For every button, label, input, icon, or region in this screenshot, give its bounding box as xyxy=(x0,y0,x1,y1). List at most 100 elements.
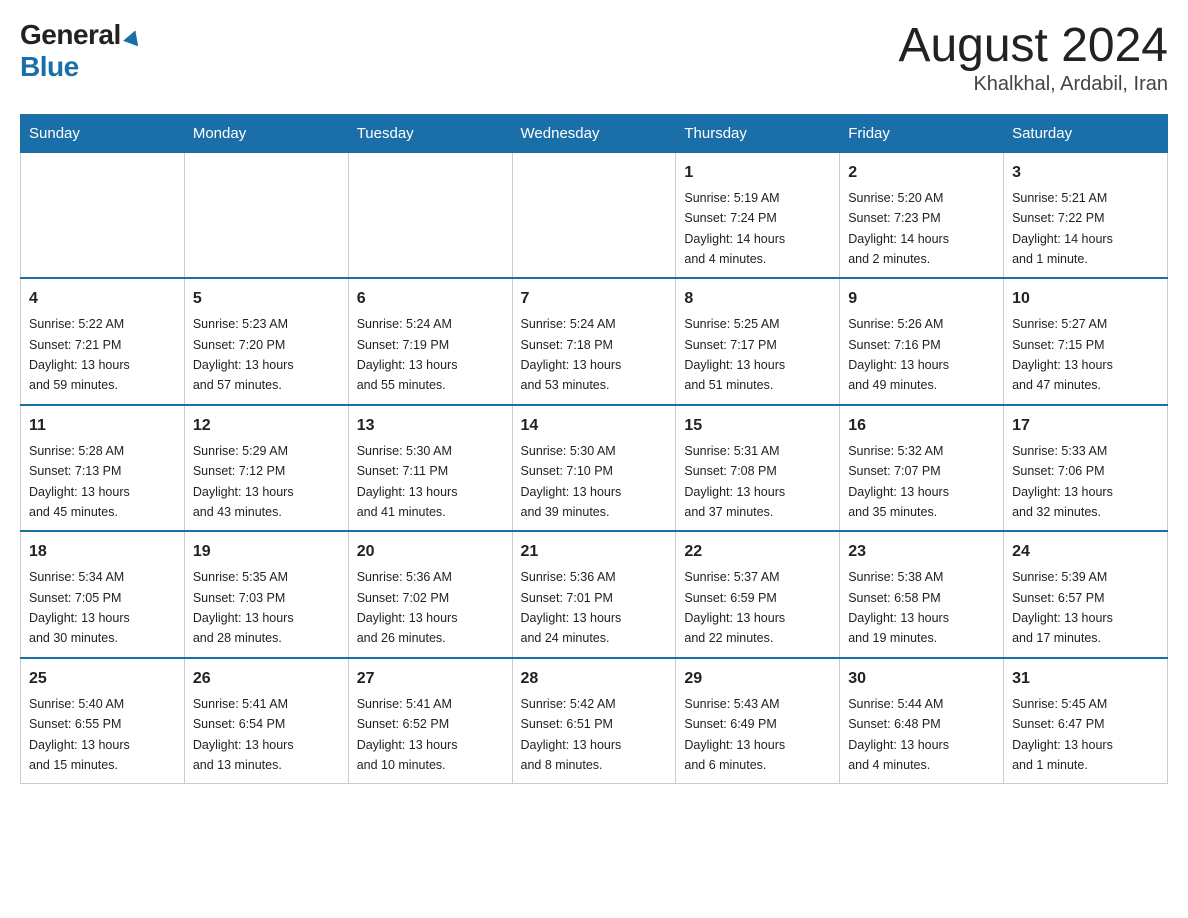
day-number: 21 xyxy=(521,540,668,564)
calendar-cell: 15Sunrise: 5:31 AM Sunset: 7:08 PM Dayli… xyxy=(676,405,840,532)
day-info: Sunrise: 5:24 AM Sunset: 7:18 PM Dayligh… xyxy=(521,317,622,392)
day-number: 6 xyxy=(357,287,504,311)
day-info: Sunrise: 5:42 AM Sunset: 6:51 PM Dayligh… xyxy=(521,697,622,772)
day-info: Sunrise: 5:35 AM Sunset: 7:03 PM Dayligh… xyxy=(193,570,294,645)
day-info: Sunrise: 5:45 AM Sunset: 6:47 PM Dayligh… xyxy=(1012,697,1113,772)
day-info: Sunrise: 5:44 AM Sunset: 6:48 PM Dayligh… xyxy=(848,697,949,772)
day-info: Sunrise: 5:30 AM Sunset: 7:10 PM Dayligh… xyxy=(521,444,622,519)
day-number: 24 xyxy=(1012,540,1159,564)
calendar-cell xyxy=(184,152,348,278)
calendar-cell: 2 Sunrise: 5:20 AM Sunset: 7:23 PM Daylig… xyxy=(840,152,1004,278)
calendar-cell: 23 Sunrise: 5:38 AM Sunset: 6:58 PM Dayli… xyxy=(840,531,1004,658)
day-info: Sunrise: 5:27 AM Sunset: 7:15 PM Dayligh… xyxy=(1012,317,1113,392)
calendar-cell: 5 Sunrise: 5:23 AM Sunset: 7:20 PM Daylig… xyxy=(184,278,348,405)
day-info: Sunrise: 5:33 AM Sunset: 7:06 PM Dayligh… xyxy=(1012,444,1113,519)
calendar-cell: 31 Sunrise: 5:45 AM Sunset: 6:47 PM Dayli… xyxy=(1004,658,1168,784)
day-info: Sunrise: 5:26 AM Sunset: 7:16 PM Dayligh… xyxy=(848,317,949,392)
calendar-cell: 8Sunrise: 5:25 AM Sunset: 7:17 PM Daylig… xyxy=(676,278,840,405)
calendar-cell: 19 Sunrise: 5:35 AM Sunset: 7:03 PM Dayli… xyxy=(184,531,348,658)
col-friday: Friday xyxy=(840,114,1004,152)
calendar-cell: 3Sunrise: 5:21 AM Sunset: 7:22 PM Daylig… xyxy=(1004,152,1168,278)
day-number: 4 xyxy=(29,287,176,311)
calendar-week-row: 18Sunrise: 5:34 AM Sunset: 7:05 PM Dayli… xyxy=(21,531,1168,658)
calendar-cell: 9 Sunrise: 5:26 AM Sunset: 7:16 PM Daylig… xyxy=(840,278,1004,405)
calendar-cell: 16 Sunrise: 5:32 AM Sunset: 7:07 PM Dayli… xyxy=(840,405,1004,532)
day-number: 19 xyxy=(193,540,340,564)
day-number: 18 xyxy=(29,540,176,564)
calendar-cell: 27 Sunrise: 5:41 AM Sunset: 6:52 PM Dayli… xyxy=(348,658,512,784)
calendar-week-row: 11 Sunrise: 5:28 AM Sunset: 7:13 PM Dayli… xyxy=(21,405,1168,532)
day-number: 26 xyxy=(193,667,340,691)
day-info: Sunrise: 5:37 AM Sunset: 6:59 PM Dayligh… xyxy=(684,570,785,645)
calendar-cell: 12 Sunrise: 5:29 AM Sunset: 7:12 PM Dayli… xyxy=(184,405,348,532)
col-tuesday: Tuesday xyxy=(348,114,512,152)
day-number: 31 xyxy=(1012,667,1159,691)
calendar-week-row: 25Sunrise: 5:40 AM Sunset: 6:55 PM Dayli… xyxy=(21,658,1168,784)
day-info: Sunrise: 5:39 AM Sunset: 6:57 PM Dayligh… xyxy=(1012,570,1113,645)
day-number: 30 xyxy=(848,667,995,691)
calendar-cell: 6 Sunrise: 5:24 AM Sunset: 7:19 PM Daylig… xyxy=(348,278,512,405)
col-wednesday: Wednesday xyxy=(512,114,676,152)
day-number: 13 xyxy=(357,414,504,438)
calendar-cell: 24 Sunrise: 5:39 AM Sunset: 6:57 PM Dayli… xyxy=(1004,531,1168,658)
day-info: Sunrise: 5:32 AM Sunset: 7:07 PM Dayligh… xyxy=(848,444,949,519)
day-number: 7 xyxy=(521,287,668,311)
day-number: 20 xyxy=(357,540,504,564)
calendar-cell: 10 Sunrise: 5:27 AM Sunset: 7:15 PM Dayli… xyxy=(1004,278,1168,405)
calendar-header-row: Sunday Monday Tuesday Wednesday Thursday… xyxy=(21,114,1168,152)
day-info: Sunrise: 5:43 AM Sunset: 6:49 PM Dayligh… xyxy=(684,697,785,772)
day-info: Sunrise: 5:30 AM Sunset: 7:11 PM Dayligh… xyxy=(357,444,458,519)
day-number: 28 xyxy=(521,667,668,691)
day-number: 22 xyxy=(684,540,831,564)
calendar-week-row: 1 Sunrise: 5:19 AM Sunset: 7:24 PM Daylig… xyxy=(21,152,1168,278)
day-info: Sunrise: 5:24 AM Sunset: 7:19 PM Dayligh… xyxy=(357,317,458,392)
day-info: Sunrise: 5:29 AM Sunset: 7:12 PM Dayligh… xyxy=(193,444,294,519)
calendar-table: Sunday Monday Tuesday Wednesday Thursday… xyxy=(20,114,1168,785)
calendar-cell: 28 Sunrise: 5:42 AM Sunset: 6:51 PM Dayli… xyxy=(512,658,676,784)
calendar-cell: 11 Sunrise: 5:28 AM Sunset: 7:13 PM Dayli… xyxy=(21,405,185,532)
day-number: 10 xyxy=(1012,287,1159,311)
day-info: Sunrise: 5:23 AM Sunset: 7:20 PM Dayligh… xyxy=(193,317,294,392)
day-number: 16 xyxy=(848,414,995,438)
day-number: 15 xyxy=(684,414,831,438)
calendar-cell: 25Sunrise: 5:40 AM Sunset: 6:55 PM Dayli… xyxy=(21,658,185,784)
calendar-cell: 30 Sunrise: 5:44 AM Sunset: 6:48 PM Dayli… xyxy=(840,658,1004,784)
day-number: 2 xyxy=(848,161,995,185)
calendar-week-row: 4Sunrise: 5:22 AM Sunset: 7:21 PM Daylig… xyxy=(21,278,1168,405)
day-info: Sunrise: 5:41 AM Sunset: 6:52 PM Dayligh… xyxy=(357,697,458,772)
day-info: Sunrise: 5:20 AM Sunset: 7:23 PM Dayligh… xyxy=(848,191,949,266)
day-info: Sunrise: 5:25 AM Sunset: 7:17 PM Dayligh… xyxy=(684,317,785,392)
calendar-cell: 1 Sunrise: 5:19 AM Sunset: 7:24 PM Daylig… xyxy=(676,152,840,278)
logo-blue-text: Blue xyxy=(20,51,79,82)
calendar-cell: 29Sunrise: 5:43 AM Sunset: 6:49 PM Dayli… xyxy=(676,658,840,784)
title-section: August 2024 Khalkhal, Ardabil, Iran xyxy=(898,20,1168,96)
calendar-cell: 4Sunrise: 5:22 AM Sunset: 7:21 PM Daylig… xyxy=(21,278,185,405)
col-thursday: Thursday xyxy=(676,114,840,152)
day-number: 27 xyxy=(357,667,504,691)
calendar-cell: 17Sunrise: 5:33 AM Sunset: 7:06 PM Dayli… xyxy=(1004,405,1168,532)
day-info: Sunrise: 5:40 AM Sunset: 6:55 PM Dayligh… xyxy=(29,697,130,772)
col-saturday: Saturday xyxy=(1004,114,1168,152)
day-number: 23 xyxy=(848,540,995,564)
calendar-cell xyxy=(348,152,512,278)
calendar-cell: 26 Sunrise: 5:41 AM Sunset: 6:54 PM Dayli… xyxy=(184,658,348,784)
day-info: Sunrise: 5:19 AM Sunset: 7:24 PM Dayligh… xyxy=(684,191,785,266)
day-number: 9 xyxy=(848,287,995,311)
logo-general-text: General xyxy=(20,20,121,51)
page-header: General Blue August 2024 Khalkhal, Ardab… xyxy=(20,20,1168,96)
day-number: 1 xyxy=(684,161,831,185)
page-title: August 2024 xyxy=(898,20,1168,73)
day-number: 14 xyxy=(521,414,668,438)
day-info: Sunrise: 5:28 AM Sunset: 7:13 PM Dayligh… xyxy=(29,444,130,519)
day-number: 5 xyxy=(193,287,340,311)
page-subtitle: Khalkhal, Ardabil, Iran xyxy=(898,73,1168,96)
day-number: 11 xyxy=(29,414,176,438)
calendar-cell: 14 Sunrise: 5:30 AM Sunset: 7:10 PM Dayli… xyxy=(512,405,676,532)
day-info: Sunrise: 5:36 AM Sunset: 7:01 PM Dayligh… xyxy=(521,570,622,645)
calendar-cell: 20Sunrise: 5:36 AM Sunset: 7:02 PM Dayli… xyxy=(348,531,512,658)
col-sunday: Sunday xyxy=(21,114,185,152)
day-info: Sunrise: 5:41 AM Sunset: 6:54 PM Dayligh… xyxy=(193,697,294,772)
day-number: 12 xyxy=(193,414,340,438)
calendar-cell xyxy=(21,152,185,278)
day-info: Sunrise: 5:38 AM Sunset: 6:58 PM Dayligh… xyxy=(848,570,949,645)
